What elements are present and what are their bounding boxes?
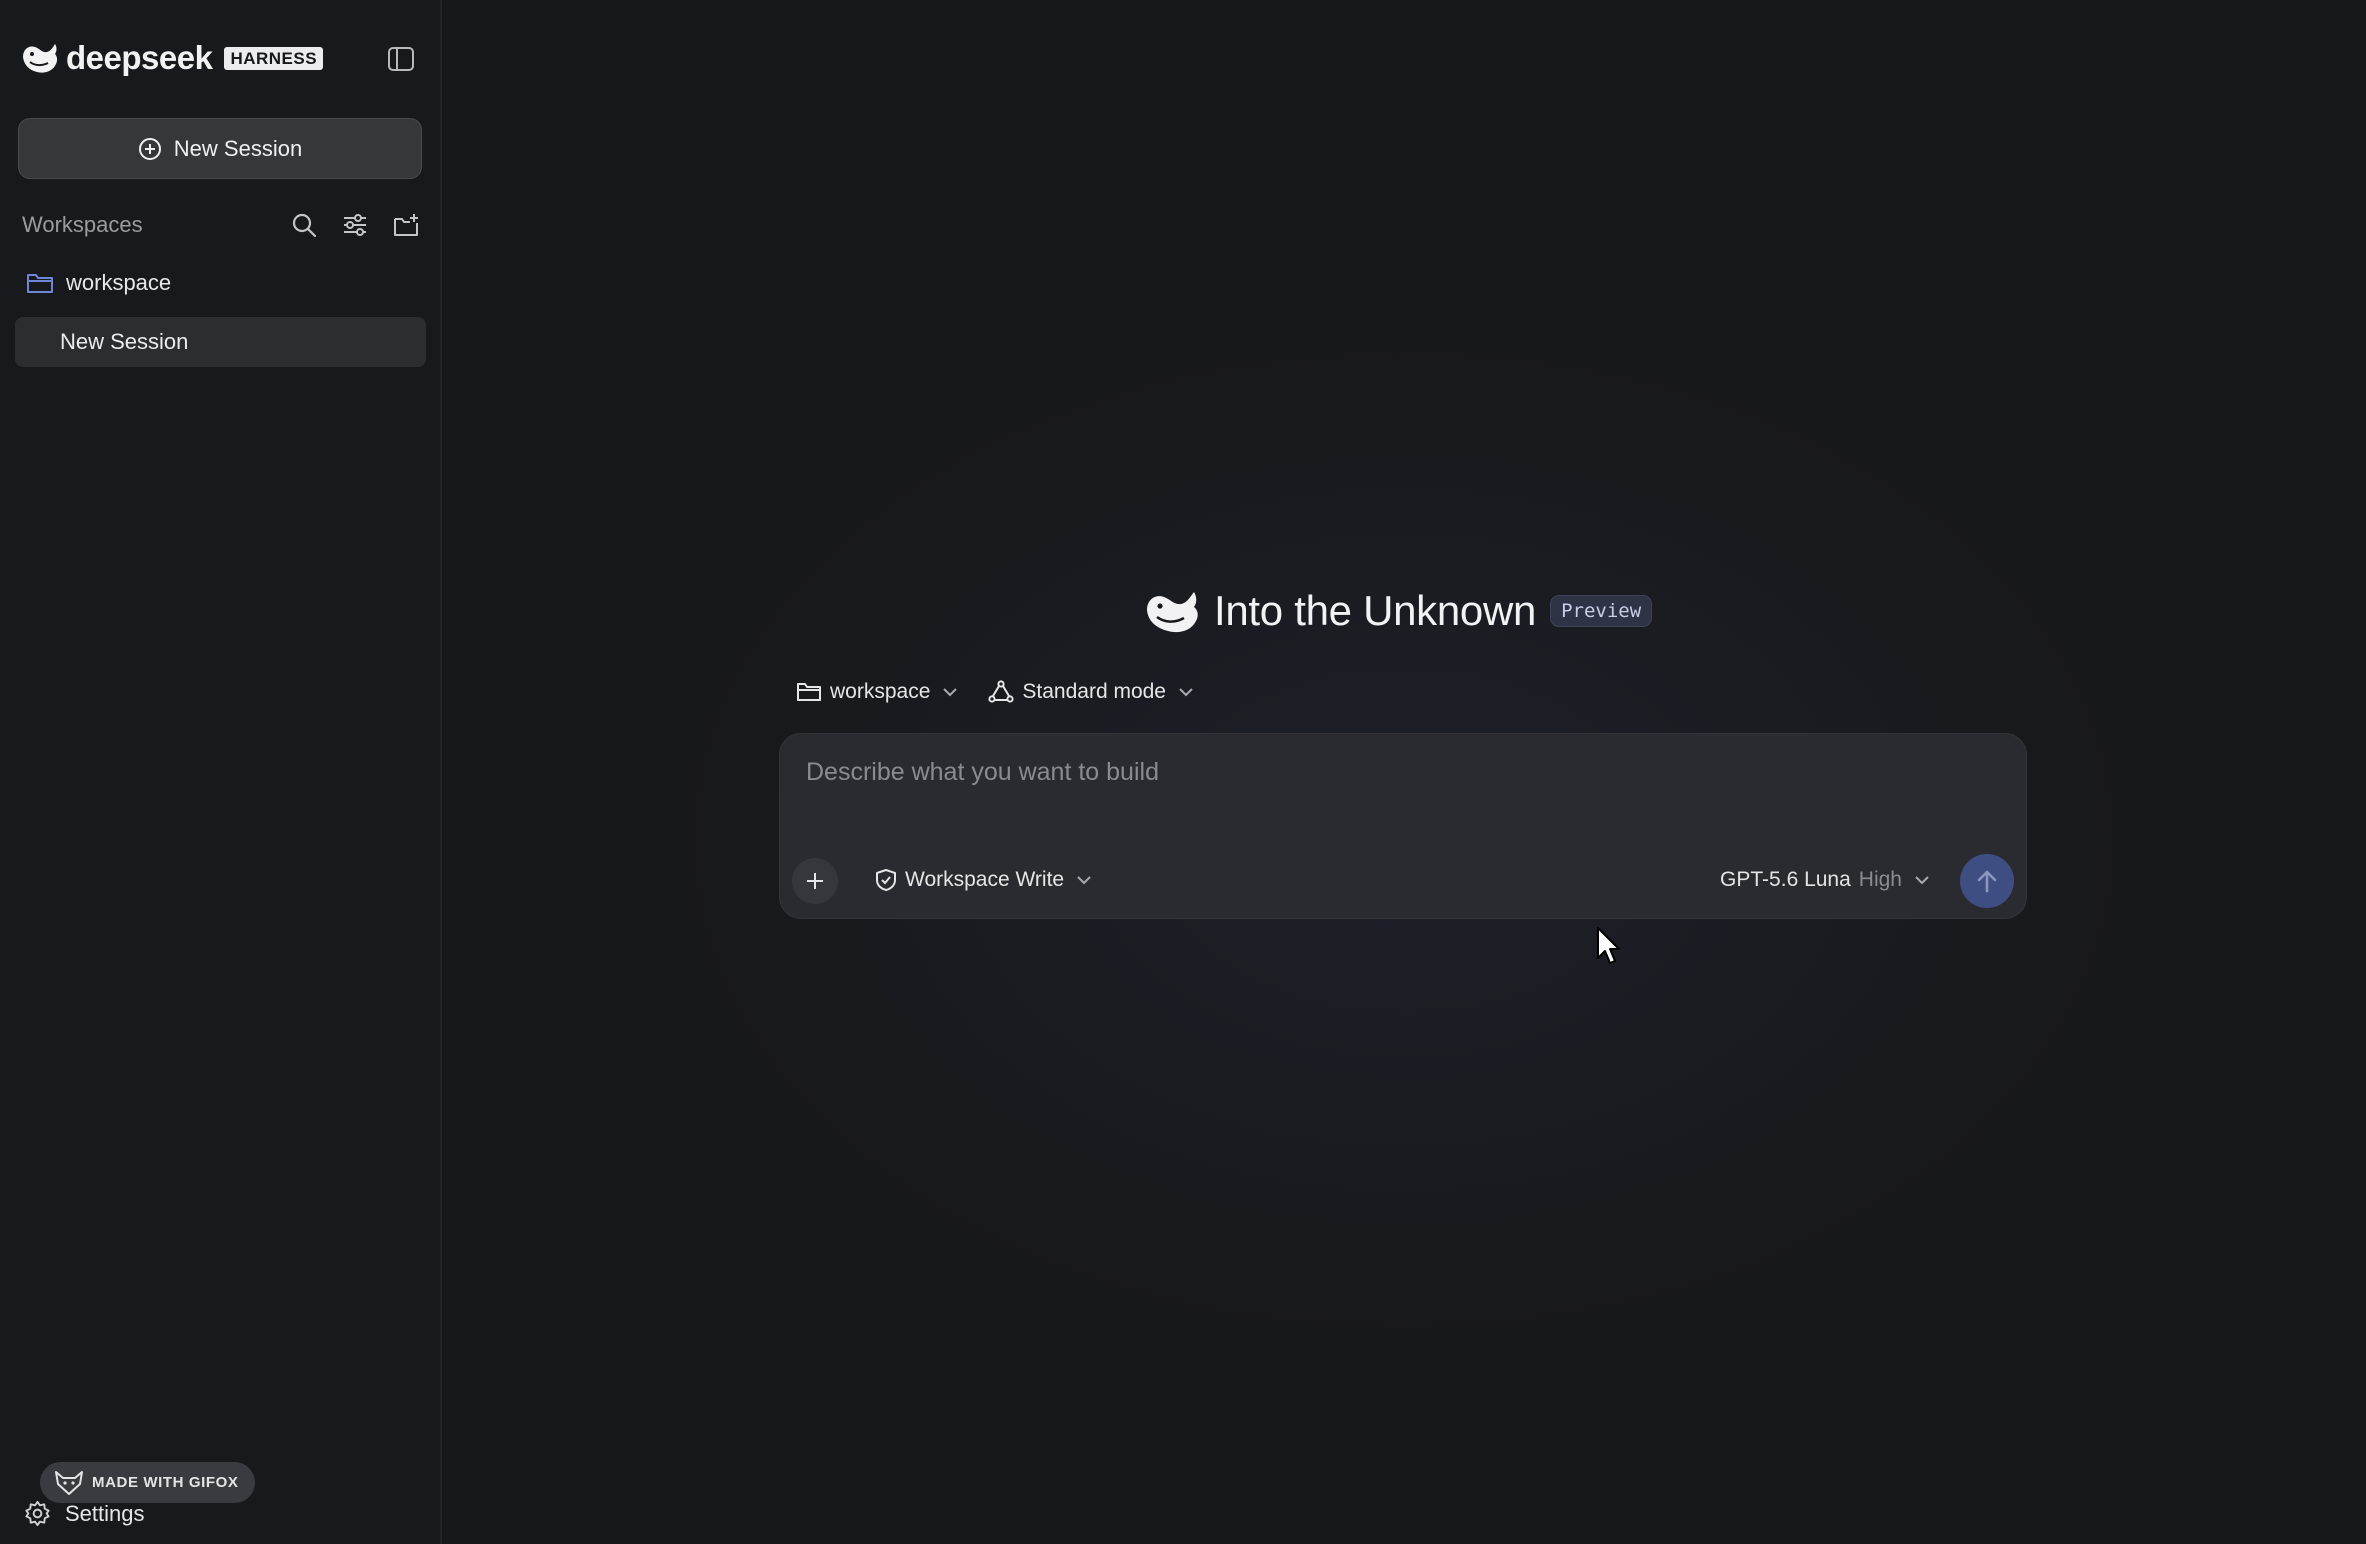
settings-label: Settings [65, 1500, 145, 1526]
model-name: GPT-5.6 Luna [1720, 868, 1851, 891]
main-panel: Into the Unknown Preview workspace Stand… [444, 0, 2366, 1544]
sidebar-toggle-icon[interactable] [386, 44, 416, 74]
app-window: deepseek HARNESS New Session Workspaces [0, 0, 2366, 1544]
chevron-down-icon [943, 688, 958, 697]
new-session-button[interactable]: New Session [18, 118, 422, 179]
permission-selector[interactable]: Workspace Write [875, 868, 1092, 892]
plus-circle-icon [138, 137, 161, 160]
workspace-folder-label: workspace [66, 270, 172, 295]
shield-check-icon [876, 869, 896, 891]
workspace-selector-label: workspace [830, 680, 931, 703]
search-icon[interactable] [287, 208, 320, 241]
gifox-badge: MADE WITH GIFOX [40, 1462, 255, 1503]
add-attachment-button[interactable] [792, 858, 838, 904]
arrow-up-icon [1977, 870, 1997, 893]
whale-icon [23, 44, 58, 73]
mode-selector[interactable]: Standard mode [988, 680, 1194, 704]
whale-icon [1147, 592, 1198, 633]
workspaces-tools [287, 208, 422, 241]
brand-logo: deepseek HARNESS [20, 38, 324, 78]
mode-nodes-icon [988, 680, 1014, 703]
model-selector[interactable]: GPT-5.6 Luna High [1720, 868, 1930, 892]
workspaces-title: Workspaces [22, 212, 143, 237]
chevron-down-icon [1179, 688, 1193, 697]
folder-icon [27, 274, 53, 293]
page-title: Into the Unknown [1214, 587, 1537, 634]
sidebar: deepseek HARNESS New Session Workspaces [0, 0, 442, 1544]
workspace-folder-item[interactable]: workspace [26, 270, 171, 296]
new-session-label: New Session [173, 135, 303, 161]
filter-sliders-icon[interactable] [338, 208, 371, 241]
send-button[interactable] [1960, 854, 2014, 908]
permission-selector-label: Workspace Write [905, 868, 1065, 891]
workspace-selector[interactable]: workspace [796, 680, 958, 704]
hero-heading: Into the Unknown Preview [1144, 586, 1653, 636]
brand-tag: HARNESS [224, 46, 324, 70]
prompt-composer: Describe what you want to build Workspac… [779, 733, 2027, 919]
mouse-cursor-icon [1597, 927, 1620, 964]
brand-name: deepseek [66, 39, 213, 76]
preview-badge: Preview [1550, 595, 1653, 627]
composer-selectors: workspace Standard mode [796, 680, 1194, 704]
gifox-badge-label: MADE WITH GIFOX [92, 1474, 239, 1491]
session-item[interactable]: New Session [15, 317, 426, 367]
settings-button[interactable]: Settings [24, 1500, 145, 1527]
folder-icon [797, 683, 821, 701]
new-folder-icon[interactable] [389, 208, 422, 241]
prompt-input[interactable]: Describe what you want to build [806, 758, 1986, 798]
gear-icon [25, 1500, 50, 1527]
workspaces-header: Workspaces [22, 208, 422, 242]
plus-icon [807, 873, 823, 889]
mode-selector-label: Standard mode [1022, 680, 1166, 703]
chevron-down-icon [1077, 876, 1091, 885]
chevron-down-icon [1915, 876, 1929, 885]
model-effort: High [1858, 868, 1902, 891]
session-item-label: New Session [60, 329, 189, 354]
fox-icon [55, 1470, 83, 1495]
